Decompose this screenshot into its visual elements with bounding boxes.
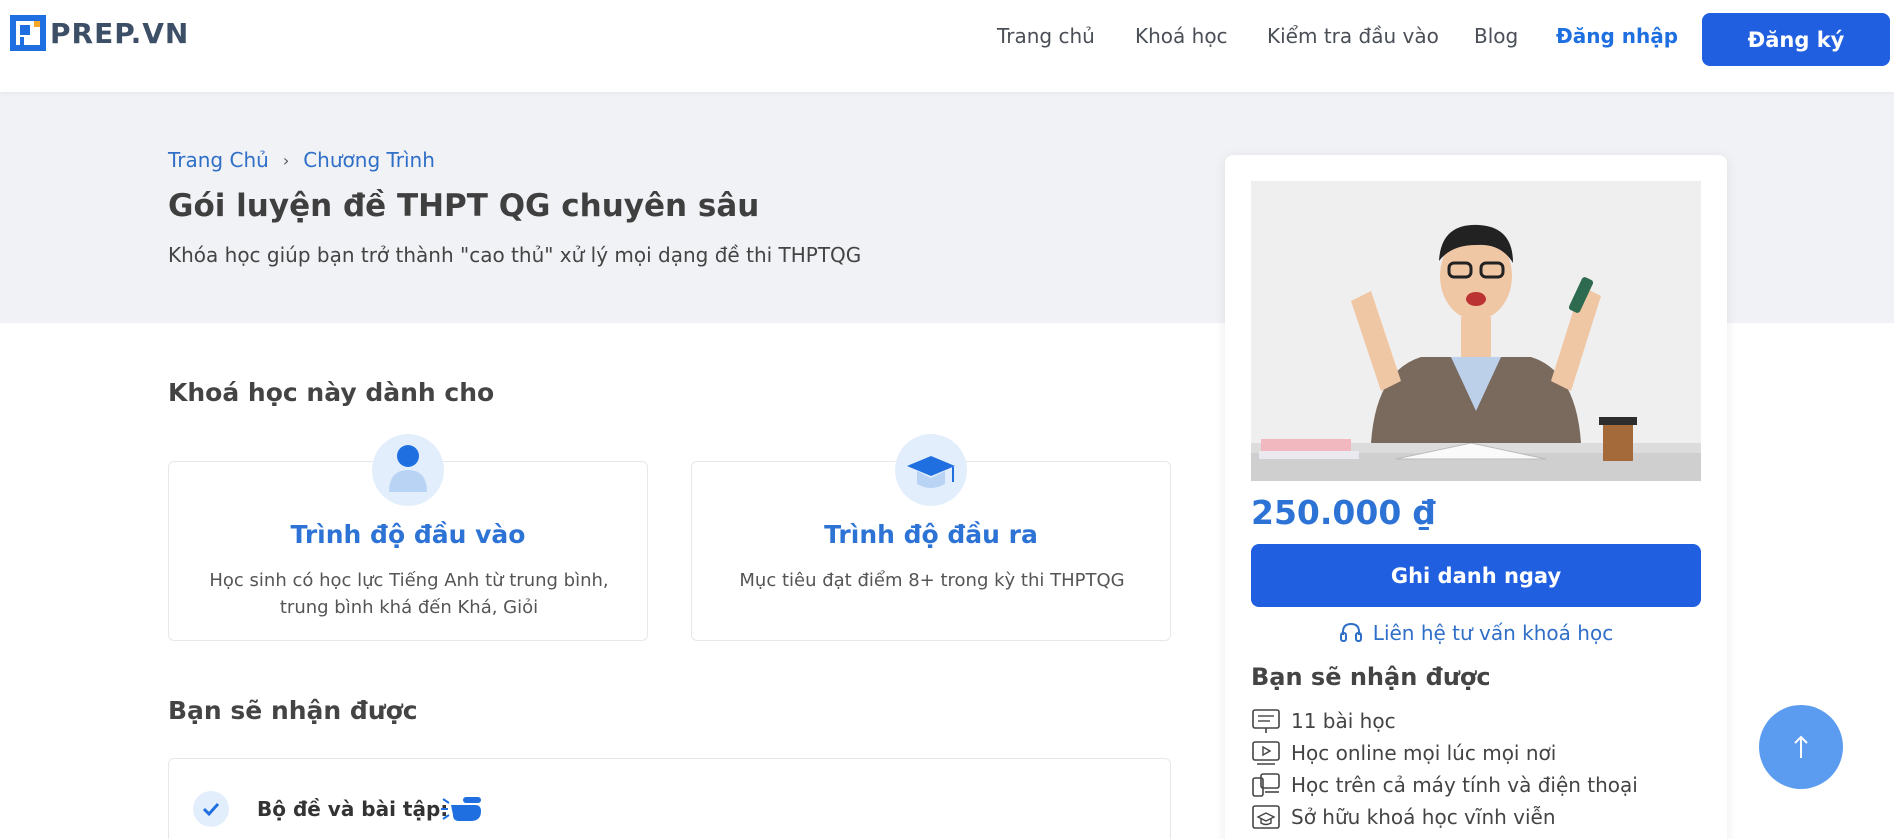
feature-item: Học trên cả máy tính và điện thoại <box>1251 772 1638 798</box>
nav-item-placement-test[interactable]: Kiểm tra đầu vào <box>1267 24 1439 48</box>
devices-icon <box>1252 773 1280 797</box>
arrow-up-icon <box>1794 735 1808 758</box>
online-video-icon <box>1252 741 1280 765</box>
audience-card-input: Trình độ đầu vào Học sinh có học lực Tiế… <box>168 434 648 641</box>
logo-text: PREP.VN <box>50 16 190 50</box>
login-link[interactable]: Đăng nhập <box>1556 24 1678 48</box>
contact-consult-link[interactable]: Liên hệ tư vấn khoá học <box>1225 621 1727 645</box>
enroll-button[interactable]: Ghi danh ngay <box>1251 544 1701 607</box>
feature-text: 11 bài học <box>1291 709 1396 733</box>
breadcrumb-current[interactable]: Chương Trình <box>303 148 435 172</box>
scroll-to-top-button[interactable] <box>1759 705 1843 789</box>
audience-heading: Khoá học này dành cho <box>168 378 495 407</box>
page-subtitle: Khóa học giúp bạn trở thành "cao thủ" xử… <box>168 243 862 267</box>
page-title: Gói luyện đề THPT QG chuyên sâu <box>168 188 760 224</box>
headset-icon <box>1339 622 1362 642</box>
side-benefits-heading: Bạn sẽ nhận được <box>1251 663 1491 691</box>
chevron-right-icon: › <box>282 150 290 170</box>
course-image <box>1251 181 1701 481</box>
breadcrumb: Trang Chủ › Chương Trình <box>168 148 435 172</box>
feature-text: Học trên cả máy tính và điện thoại <box>1291 773 1638 797</box>
contact-consult-label: Liên hệ tư vấn khoá học <box>1372 621 1614 645</box>
breadcrumb-home[interactable]: Trang Chủ <box>168 148 269 172</box>
nav-item-home[interactable]: Trang chủ <box>997 24 1095 48</box>
logo-mark-icon <box>10 15 46 51</box>
check-icon <box>193 791 229 827</box>
benefit-label: Bộ đề và bài tập: <box>257 797 449 821</box>
pointing-hand-icon <box>441 797 481 821</box>
audience-card-title: Trình độ đầu ra <box>824 520 1038 549</box>
audience-card-title: Trình độ đầu vào <box>290 520 526 549</box>
feature-text: Học online mọi lúc mọi nơi <box>1291 741 1557 765</box>
lessons-icon <box>1252 709 1280 733</box>
register-button[interactable]: Đăng ký <box>1702 13 1890 66</box>
feature-text: Sở hữu khoá học vĩnh viễn <box>1291 805 1556 829</box>
nav-item-courses[interactable]: Khoá học <box>1135 24 1228 48</box>
nav-item-blog[interactable]: Blog <box>1474 24 1518 48</box>
course-side-card: 250.000 ₫ Ghi danh ngay Liên hệ tư vấn k… <box>1225 155 1727 839</box>
logo[interactable]: PREP.VN <box>10 15 189 51</box>
benefits-box: Bộ đề và bài tập: <box>168 758 1171 839</box>
feature-item: Sở hữu khoá học vĩnh viễn <box>1251 804 1556 830</box>
lifetime-access-icon <box>1252 805 1280 829</box>
audience-card-output: Trình độ đầu ra Mục tiêu đạt điểm 8+ tro… <box>691 434 1171 641</box>
graduation-cap-icon <box>895 434 967 506</box>
user-icon <box>372 434 444 506</box>
benefits-heading: Bạn sẽ nhận được <box>168 696 418 725</box>
course-price: 250.000 ₫ <box>1251 493 1436 532</box>
audience-card-desc: Mục tiêu đạt điểm 8+ trong kỳ thi THPTQG <box>739 570 1125 591</box>
audience-card-desc: Học sinh có học lực Tiếng Anh từ trung b… <box>209 570 609 618</box>
site-header: PREP.VN Trang chủ Khoá học Kiểm tra đầu … <box>0 0 1894 92</box>
feature-item: 11 bài học <box>1251 708 1396 734</box>
feature-item: Học online mọi lúc mọi nơi <box>1251 740 1556 766</box>
